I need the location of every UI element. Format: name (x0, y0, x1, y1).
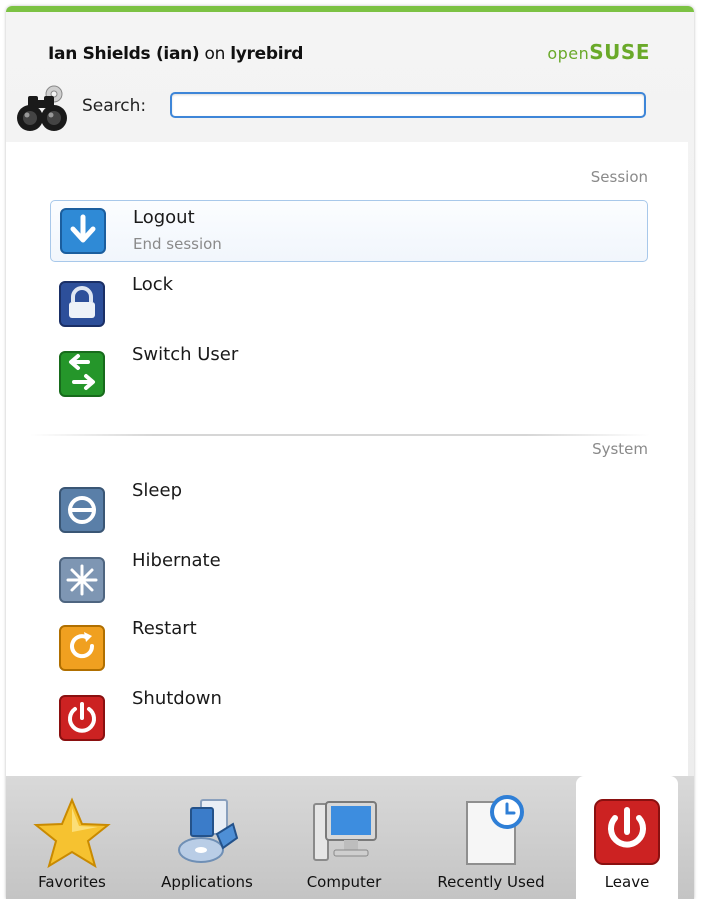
star-icon (33, 797, 111, 869)
tab-bar: Favorites Applications Computer Recently… (6, 776, 694, 899)
tab-favorites-label: Favorites (38, 873, 106, 891)
tab-computer-label: Computer (306, 873, 382, 891)
hibernate-icon (59, 557, 105, 603)
user-host-line: Ian Shields (ian) on lyrebird (48, 44, 303, 64)
shutdown-icon (59, 695, 105, 741)
tab-leave-label: Leave (604, 873, 650, 891)
sleep-label: Sleep (132, 480, 183, 501)
tab-favorites[interactable]: Favorites (14, 776, 130, 899)
restart-icon (59, 625, 105, 671)
user-name: Ian Shields (ian) (48, 44, 200, 64)
on-text: on (204, 44, 226, 64)
leave-menu-window: Ian Shields (ian) on lyrebird openSUSE S… (6, 6, 694, 899)
tab-recently-used-label: Recently Used (437, 873, 545, 891)
tab-leave[interactable]: Leave (576, 776, 678, 899)
shutdown-label: Shutdown (132, 688, 222, 709)
lock-label: Lock (132, 274, 174, 295)
opensuse-logo: openSUSE (547, 40, 650, 64)
host-name: lyrebird (230, 44, 304, 64)
tab-applications-label: Applications (161, 873, 253, 891)
hibernate-item[interactable]: Hibernate (50, 544, 646, 608)
binoculars-icon (17, 85, 67, 131)
search-input[interactable] (170, 92, 646, 118)
switch-user-label: Switch User (132, 344, 239, 365)
leave-panel: Session Logout End session Lock Switch U… (6, 142, 688, 782)
header: Ian Shields (ian) on lyrebird openSUSE S… (6, 12, 694, 140)
recently-used-icon (466, 795, 524, 865)
lock-icon (59, 281, 105, 327)
logout-description: End session (133, 235, 222, 253)
tab-computer[interactable]: Computer (284, 776, 404, 899)
sleep-item[interactable]: Sleep (50, 474, 646, 538)
lock-item[interactable]: Lock (50, 268, 646, 332)
logout-item[interactable]: Logout End session (50, 200, 648, 262)
leave-icon (594, 799, 660, 865)
search-label: Search: (82, 96, 147, 116)
brand-prefix: open (547, 44, 590, 63)
section-title-session: Session (590, 168, 648, 186)
applications-icon (178, 799, 239, 863)
sleep-icon (59, 487, 105, 533)
brand-name: SUSE (589, 40, 650, 64)
computer-icon (313, 801, 377, 861)
restart-item[interactable]: Restart (50, 612, 646, 676)
switch-user-icon (59, 351, 105, 397)
hibernate-label: Hibernate (132, 550, 221, 571)
shutdown-item[interactable]: Shutdown (50, 682, 646, 746)
section-divider (30, 434, 650, 436)
switch-user-item[interactable]: Switch User (50, 338, 646, 402)
restart-label: Restart (132, 618, 197, 639)
tab-applications[interactable]: Applications (142, 776, 272, 899)
logout-icon (60, 208, 106, 254)
tab-recently-used[interactable]: Recently Used (416, 776, 566, 899)
section-title-system: System (592, 440, 648, 458)
logout-label: Logout (133, 207, 195, 228)
